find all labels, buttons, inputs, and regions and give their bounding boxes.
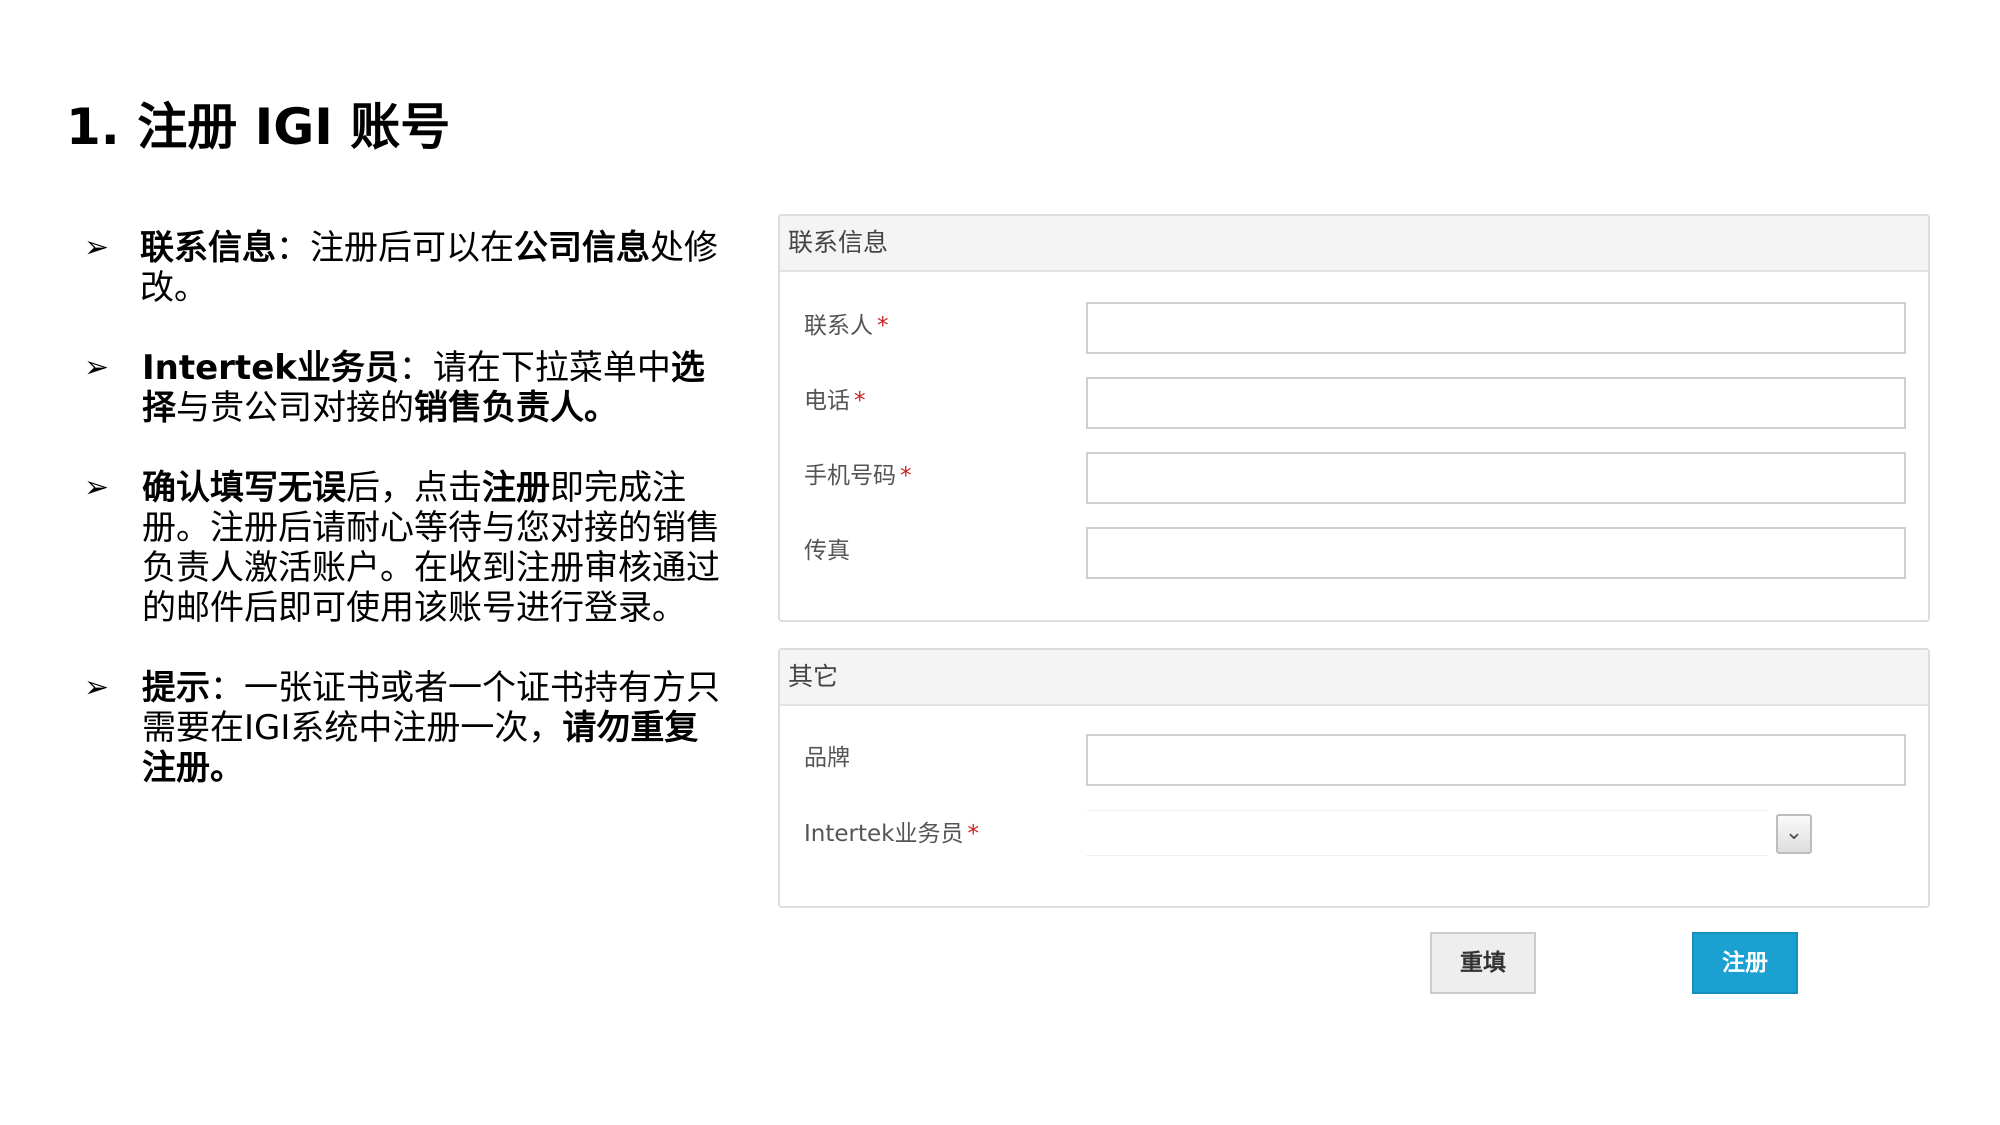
- salesperson-row: Intertek业务员 * ⌄: [804, 808, 1904, 862]
- instruction-text: 联系信息：注册后可以在公司信息处修改。: [140, 228, 718, 308]
- page-title: 1. 注册 IGI 账号: [66, 98, 451, 156]
- fax-row: 传真: [804, 525, 1906, 579]
- other-info-header: 其它: [780, 650, 1928, 706]
- other-info-panel: 其它 品牌 Intertek业务员 * ⌄: [778, 648, 1930, 908]
- mobile-label: 手机号码 *: [804, 463, 912, 489]
- contact-person-row: 联系人 *: [804, 300, 1906, 354]
- arrow-bullet-icon: ➢: [84, 670, 110, 705]
- required-marker: *: [900, 463, 912, 489]
- mobile-row: 手机号码 *: [804, 450, 1906, 504]
- salesperson-select[interactable]: [1086, 810, 1768, 856]
- phone-label: 电话 *: [804, 388, 866, 414]
- phone-input[interactable]: [1086, 377, 1906, 429]
- salesperson-label: Intertek业务员 *: [804, 821, 979, 847]
- fax-label: 传真: [804, 538, 850, 564]
- instruction-item-contact: ➢ 联系信息：注册后可以在公司信息处修改。: [84, 228, 730, 308]
- instruction-text: 提示：一张证书或者一个证书持有方只需要在IGI系统中注册一次，请勿重复注册。: [142, 668, 720, 788]
- contact-person-label: 联系人 *: [804, 313, 889, 339]
- instruction-item-tip: ➢ 提示：一张证书或者一个证书持有方只需要在IGI系统中注册一次，请勿重复注册。: [84, 668, 732, 788]
- fax-input[interactable]: [1086, 527, 1906, 579]
- reset-button[interactable]: 重填: [1430, 932, 1536, 994]
- contact-person-input[interactable]: [1086, 302, 1906, 354]
- instruction-item-confirm: ➢ 确认填写无误后，点击注册即完成注册。注册后请耐心等待与您对接的销售负责人激活…: [84, 468, 732, 628]
- arrow-bullet-icon: ➢: [84, 350, 110, 385]
- required-marker: *: [967, 821, 979, 847]
- brand-input[interactable]: [1086, 734, 1906, 786]
- chevron-down-icon[interactable]: ⌄: [1776, 814, 1812, 854]
- contact-info-panel: 联系信息 联系人 * 电话 * 手机号码 * 传真: [778, 214, 1930, 622]
- required-marker: *: [854, 388, 866, 414]
- required-marker: *: [877, 313, 889, 339]
- arrow-bullet-icon: ➢: [84, 230, 110, 265]
- instruction-list: ➢ 联系信息：注册后可以在公司信息处修改。 ➢ Intertek业务员：请在下拉…: [84, 228, 724, 828]
- brand-row: 品牌: [804, 732, 1906, 786]
- contact-info-header: 联系信息: [780, 216, 1928, 272]
- instruction-text: 确认填写无误后，点击注册即完成注册。注册后请耐心等待与您对接的销售负责人激活账户…: [142, 468, 720, 628]
- mobile-input[interactable]: [1086, 452, 1906, 504]
- register-button[interactable]: 注册: [1692, 932, 1798, 994]
- instruction-item-salesperson: ➢ Intertek业务员：请在下拉菜单中选择与贵公司对接的销售负责人。: [84, 348, 732, 428]
- phone-row: 电话 *: [804, 375, 1906, 429]
- arrow-bullet-icon: ➢: [84, 470, 110, 505]
- instruction-text: Intertek业务员：请在下拉菜单中选择与贵公司对接的销售负责人。: [142, 348, 705, 428]
- brand-label: 品牌: [804, 745, 850, 771]
